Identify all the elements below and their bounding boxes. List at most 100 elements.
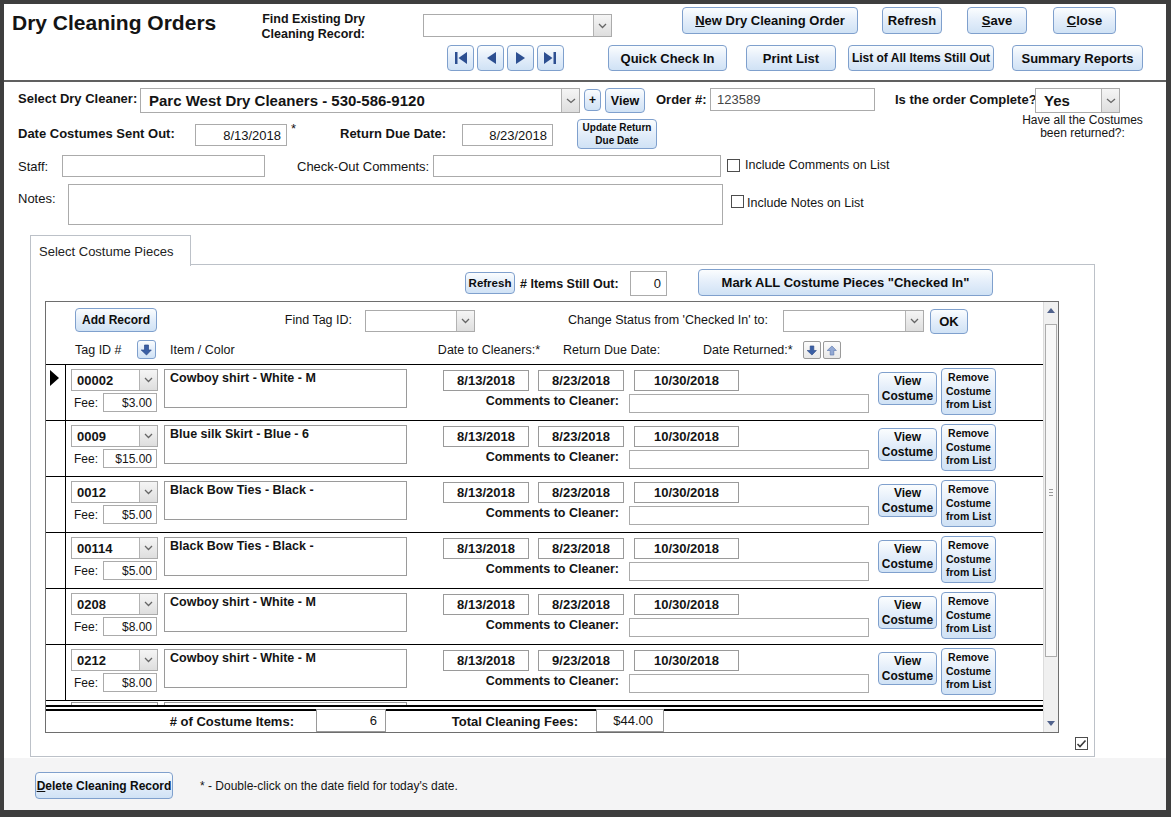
tab-select-costume-pieces[interactable]: Select Costume Pieces bbox=[30, 235, 191, 266]
items-still-out-input[interactable]: 0 bbox=[630, 271, 667, 296]
record-selector[interactable] bbox=[46, 533, 66, 588]
comments-to-cleaner-input[interactable] bbox=[629, 562, 869, 581]
date-to-cleaners-input[interactable]: 8/13/2018 bbox=[443, 426, 529, 447]
record-selector[interactable] bbox=[46, 645, 66, 700]
return-due-date-input[interactable]: 8/23/2018 bbox=[538, 370, 624, 391]
table-scrollbar[interactable] bbox=[1043, 302, 1058, 732]
chevron-down-icon[interactable] bbox=[561, 89, 579, 112]
comments-to-cleaner-input[interactable] bbox=[629, 450, 869, 469]
date-to-cleaners-input[interactable]: 8/13/2018 bbox=[443, 482, 529, 503]
fee-input[interactable]: $5.00 bbox=[103, 505, 157, 524]
item-color-input[interactable]: Cowboy shirt - White - M bbox=[164, 369, 407, 408]
chevron-down-icon[interactable] bbox=[139, 370, 157, 390]
refresh-button[interactable]: Refresh bbox=[882, 7, 942, 34]
view-costume-button[interactable]: View Costume bbox=[878, 428, 937, 461]
date-returned-input[interactable]: 10/30/2018 bbox=[634, 538, 739, 559]
item-color-input[interactable]: Cowboy shirt - White - M bbox=[164, 593, 407, 632]
return-due-input[interactable]: 8/23/2018 bbox=[462, 124, 553, 146]
record-selector[interactable] bbox=[46, 477, 66, 532]
record-selector[interactable] bbox=[46, 421, 66, 476]
remove-costume-button[interactable]: Remove Costume from List bbox=[941, 480, 996, 527]
find-record-combo[interactable] bbox=[423, 14, 612, 37]
chevron-down-icon[interactable] bbox=[905, 311, 923, 331]
checkout-comments-input[interactable] bbox=[433, 155, 721, 177]
date-to-cleaners-input[interactable]: 8/13/2018 bbox=[443, 370, 529, 391]
date-returned-input[interactable]: 10/30/2018 bbox=[634, 594, 739, 615]
record-selector[interactable] bbox=[46, 365, 66, 420]
return-due-date-input[interactable]: 9/23/2018 bbox=[538, 650, 624, 671]
chevron-down-icon[interactable] bbox=[139, 426, 157, 446]
mark-all-checked-in-button[interactable]: Mark ALL Costume Pieces "Checked In" bbox=[698, 269, 993, 296]
item-color-input[interactable]: Black Bow Ties - Black - bbox=[164, 481, 407, 520]
remove-costume-button[interactable]: Remove Costume from List bbox=[941, 368, 996, 415]
tag-id-combo[interactable]: 0212 bbox=[71, 649, 158, 671]
order-complete-combo[interactable]: Yes bbox=[1035, 88, 1120, 113]
view-costume-button[interactable]: View Costume bbox=[878, 540, 937, 573]
date-sent-input[interactable]: 8/13/2018 bbox=[195, 124, 287, 146]
notes-input[interactable] bbox=[68, 184, 723, 225]
chevron-down-icon[interactable] bbox=[456, 311, 474, 331]
summary-reports-button[interactable]: Summary Reports bbox=[1012, 45, 1143, 71]
include-notes-checkbox[interactable] bbox=[731, 195, 744, 208]
change-status-combo[interactable] bbox=[783, 310, 924, 332]
return-due-date-input[interactable]: 8/23/2018 bbox=[538, 482, 624, 503]
date-returned-input[interactable]: 10/30/2018 bbox=[634, 426, 739, 447]
date-to-cleaners-input[interactable]: 8/13/2018 bbox=[443, 594, 529, 615]
sort-tag-button[interactable] bbox=[137, 340, 156, 359]
sort-date-returned-asc-button[interactable] bbox=[823, 341, 841, 359]
comments-to-cleaner-input[interactable] bbox=[629, 506, 869, 525]
staff-input[interactable] bbox=[62, 155, 265, 177]
new-order-button[interactable]: New Dry Cleaning Order bbox=[682, 7, 858, 34]
comments-to-cleaner-input[interactable] bbox=[629, 674, 869, 693]
panel-checkbox[interactable] bbox=[1075, 737, 1088, 750]
next-record-button[interactable] bbox=[507, 45, 534, 71]
scrollbar-thumb[interactable] bbox=[1045, 324, 1057, 657]
chevron-down-icon[interactable] bbox=[139, 594, 157, 614]
date-returned-input[interactable]: 10/30/2018 bbox=[634, 482, 739, 503]
delete-record-button[interactable]: Delete Cleaning Record bbox=[35, 772, 173, 799]
update-return-due-button[interactable]: Update Return Due Date bbox=[577, 119, 657, 149]
date-returned-input[interactable]: 10/30/2018 bbox=[634, 370, 739, 391]
last-record-button[interactable] bbox=[537, 45, 564, 71]
tag-id-combo[interactable]: 00002 bbox=[71, 369, 158, 391]
scroll-down-icon[interactable] bbox=[1047, 721, 1055, 726]
remove-costume-button[interactable]: Remove Costume from List bbox=[941, 424, 996, 471]
print-list-button[interactable]: Print List bbox=[746, 45, 836, 71]
ok-button[interactable]: OK bbox=[930, 309, 968, 334]
fee-input[interactable]: $5.00 bbox=[103, 561, 157, 580]
remove-costume-button[interactable]: Remove Costume from List bbox=[941, 592, 996, 639]
chevron-down-icon[interactable] bbox=[1101, 89, 1119, 112]
view-costume-button[interactable]: View Costume bbox=[878, 596, 937, 629]
item-color-input[interactable]: Black Bow Ties - Black - bbox=[164, 537, 407, 576]
chevron-down-icon[interactable] bbox=[139, 482, 157, 502]
scroll-up-icon[interactable] bbox=[1047, 308, 1055, 313]
remove-costume-button[interactable]: Remove Costume from List bbox=[941, 536, 996, 583]
tag-id-combo[interactable]: 00114 bbox=[71, 537, 158, 559]
tag-id-combo[interactable]: 0012 bbox=[71, 481, 158, 503]
dry-cleaner-combo[interactable]: Parc West Dry Cleaners - 530-586-9120 bbox=[140, 88, 580, 113]
remove-costume-button[interactable]: Remove Costume from List bbox=[941, 648, 996, 695]
sort-date-returned-desc-button[interactable] bbox=[803, 341, 821, 359]
find-tag-combo[interactable] bbox=[365, 310, 475, 332]
fee-input[interactable]: $8.00 bbox=[103, 673, 157, 692]
tag-id-combo[interactable]: 0009 bbox=[71, 425, 158, 447]
view-cleaner-button[interactable]: View bbox=[605, 88, 645, 113]
fee-input[interactable]: $15.00 bbox=[103, 449, 157, 468]
fee-input[interactable]: $3.00 bbox=[103, 393, 157, 412]
first-record-button[interactable] bbox=[447, 45, 474, 71]
return-due-date-input[interactable]: 8/23/2018 bbox=[538, 538, 624, 559]
add-record-button[interactable]: Add Record bbox=[75, 308, 157, 332]
date-to-cleaners-input[interactable]: 8/13/2018 bbox=[443, 538, 529, 559]
return-due-date-input[interactable]: 8/23/2018 bbox=[538, 594, 624, 615]
chevron-down-icon[interactable] bbox=[593, 15, 611, 36]
costume-items-count-input[interactable]: 6 bbox=[316, 709, 386, 732]
order-number-input[interactable]: 123589 bbox=[710, 88, 875, 111]
comments-to-cleaner-input[interactable] bbox=[629, 618, 869, 637]
item-color-input[interactable]: Cowboy shirt - White - M bbox=[164, 649, 407, 688]
add-cleaner-button[interactable]: + bbox=[584, 89, 601, 111]
previous-record-button[interactable] bbox=[477, 45, 504, 71]
include-comments-checkbox[interactable] bbox=[727, 159, 740, 172]
close-button[interactable]: Close bbox=[1053, 7, 1116, 34]
list-all-items-button[interactable]: List of All Items Still Out bbox=[848, 45, 994, 71]
tag-id-combo[interactable]: 0208 bbox=[71, 593, 158, 615]
